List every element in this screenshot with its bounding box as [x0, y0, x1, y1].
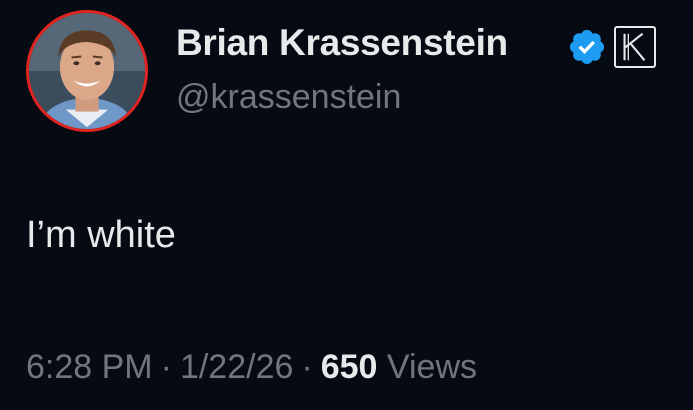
avatar-image — [29, 13, 145, 129]
tweet-date[interactable]: 1/22/26 — [180, 348, 293, 386]
verified-badge-icon — [569, 29, 605, 65]
tweet-meta: 6:28 PM · 1/22/26 · 650 Views — [26, 348, 477, 387]
separator: · — [160, 348, 172, 386]
display-name[interactable]: Brian Krassenstein — [176, 22, 508, 64]
views-label: Views — [386, 348, 478, 386]
views-count: 650 — [320, 348, 378, 386]
separator: · — [301, 348, 313, 386]
avatar[interactable] — [26, 10, 148, 132]
affiliate-badge[interactable] — [614, 26, 656, 68]
tweet-time[interactable]: 6:28 PM — [26, 348, 153, 386]
handle[interactable]: @krassenstein — [176, 78, 401, 117]
tweet-text: I’m white — [26, 214, 176, 256]
k-affiliate-badge-icon — [623, 32, 646, 61]
